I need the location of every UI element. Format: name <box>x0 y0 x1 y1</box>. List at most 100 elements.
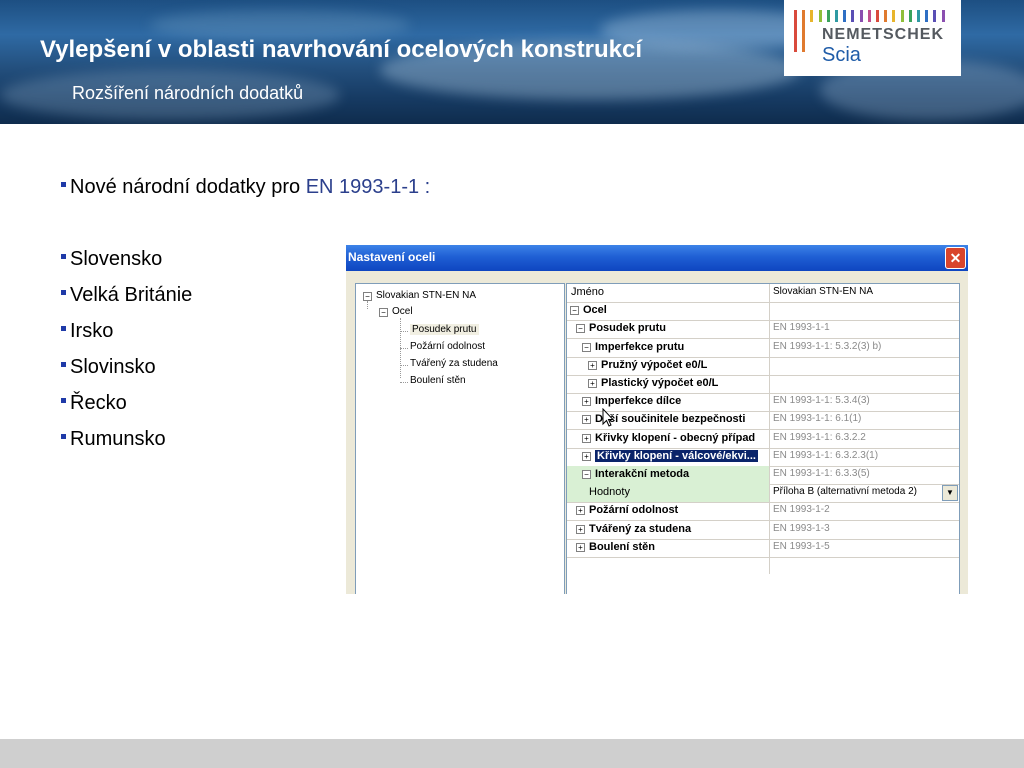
tree-node-ocel[interactable]: Ocel <box>392 306 413 317</box>
bullet-icon <box>61 254 66 260</box>
property-value: EN 1993-1-1: 6.1(1) <box>773 413 862 425</box>
collapse-icon[interactable]: − <box>363 292 372 301</box>
page-title: Vylepšení v oblasti navrhování ocelových… <box>40 36 642 63</box>
tree-connector <box>400 382 408 383</box>
collapse-icon[interactable]: − <box>570 306 579 316</box>
grid-row[interactable]: + Plastický výpočet e0/L <box>567 375 959 394</box>
property-value: EN 1993-1-1: 5.3.2(3) b) <box>773 340 882 352</box>
property-name: Interakční metoda <box>595 468 690 480</box>
logo-bar <box>794 10 797 52</box>
expand-icon[interactable]: + <box>588 360 597 370</box>
country-item: Slovinsko <box>61 356 156 379</box>
grid-row[interactable]: + Dílčí součinitele bezpečnosti EN 1993-1-… <box>567 411 959 431</box>
tree-item[interactable]: Požární odolnost <box>410 341 485 352</box>
property-name: Posudek prutu <box>589 322 667 335</box>
tree-item[interactable]: Tvářený za studena <box>410 358 498 369</box>
grid-row[interactable]: − Imperfekce prutu EN 1993-1-1: 5.3.2(3) b… <box>567 339 959 358</box>
property-name: Tvářený za studena <box>589 522 692 535</box>
grid-row[interactable]: + Tvářený za studena EN 1993-1-3 <box>567 521 959 540</box>
logo-bar <box>884 10 888 22</box>
bullet-icon <box>61 398 66 404</box>
country-label: Slovinsko <box>70 356 156 378</box>
expand-icon[interactable]: + <box>582 451 591 461</box>
logo-bar <box>802 10 806 52</box>
logo-bar <box>925 10 929 22</box>
settings-tree: − Slovakian STN-EN NA − Ocel Posudek pru… <box>355 283 565 594</box>
property-name: Ocel <box>583 304 607 317</box>
grid-row[interactable]: + Křivky klopení - obecný případ EN 1993-1… <box>567 430 959 449</box>
property-value: EN 1993-1-3 <box>773 522 830 534</box>
intro-bullet: Nové národní dodatky pro EN 1993-1-1 : <box>61 176 430 199</box>
country-label: Řecko <box>70 392 127 414</box>
logo-brand: NEMETSCHEK <box>822 26 945 43</box>
grid-row[interactable]: − Posudek prutu EN 1993-1-1 <box>567 320 959 340</box>
logo-bar <box>851 10 855 22</box>
selected-property-name: Křivky klopení - válcové/ekvi... <box>595 449 758 462</box>
country-item: Řecko <box>61 392 127 415</box>
property-name: Imperfekce dílce <box>595 395 682 408</box>
property-value: EN 1993-1-1: 6.3.2.3(1) <box>773 449 879 461</box>
property-name: Křivky klopení - válcové/ekvi... <box>595 449 758 462</box>
property-value: EN 1993-1-2 <box>773 504 830 516</box>
logo-bar <box>810 10 814 22</box>
expand-icon[interactable]: + <box>576 524 585 534</box>
expand-icon[interactable]: + <box>576 542 585 552</box>
logo-bar <box>917 10 920 22</box>
tree-item[interactable]: Posudek prutu <box>410 324 479 335</box>
logo-bar <box>933 10 937 22</box>
tree-connector <box>400 331 408 332</box>
property-value: EN 1993-1-5 <box>773 540 830 552</box>
dialog-titlebar[interactable]: Nastavení oceli ✕ <box>346 245 968 271</box>
bullet-icon <box>61 290 66 296</box>
grid-row[interactable]: + Imperfekce dílce EN 1993-1-1: 5.3.4(3) <box>567 393 959 413</box>
grid-row[interactable]: + Křivky klopení - válcové/ekvi... EN 1993… <box>567 448 959 467</box>
grid-row[interactable]: − Interakční metoda EN 1993-1-1: 6.3.3(5) <box>567 466 959 485</box>
country-item: Velká Británie <box>61 284 192 307</box>
tree-item[interactable]: Boulení stěn <box>410 375 466 386</box>
logo-bar <box>876 10 879 22</box>
property-name: Požární odolnost <box>589 504 679 517</box>
expand-icon[interactable]: + <box>576 506 585 516</box>
grid-row[interactable]: − Ocel <box>567 302 959 322</box>
bullet-icon <box>61 326 66 332</box>
grid-row[interactable]: Jméno Slovakian STN-EN NA <box>567 284 959 303</box>
tree-connector <box>400 348 408 349</box>
logo-product: Scia <box>822 44 861 66</box>
property-value: Slovakian STN-EN NA <box>773 286 874 297</box>
bullet-icon <box>61 182 66 188</box>
bullet-icon <box>61 434 66 440</box>
collapse-icon[interactable]: − <box>576 324 585 334</box>
logo-bar <box>859 10 863 22</box>
dialog-title: Nastavení oceli <box>348 250 436 264</box>
country-label: Velká Británie <box>70 284 193 306</box>
property-value: EN 1993-1-1: 6.3.2.2 <box>773 431 866 443</box>
expand-icon[interactable]: + <box>588 379 597 388</box>
properties-grid: Jméno Slovakian STN-EN NA − Ocel − Posudek pr… <box>566 283 960 594</box>
dropdown-arrow-icon[interactable]: ▼ <box>942 485 958 502</box>
logo-bar <box>908 10 912 22</box>
property-name: Křivky klopení - obecný případ <box>595 431 756 444</box>
intro-standard: EN 1993-1-1 : <box>305 176 431 198</box>
logo-bar <box>826 10 830 22</box>
mouse-cursor-icon <box>602 408 614 427</box>
bullet-icon <box>61 362 66 368</box>
collapse-icon[interactable]: − <box>582 342 591 352</box>
logo-bar <box>892 10 896 22</box>
grid-row[interactable]: + Pružný výpočet e0/L <box>567 357 959 376</box>
expand-icon[interactable]: + <box>582 415 591 425</box>
country-item: Rumunsko <box>61 428 166 451</box>
logo-bar <box>835 10 838 22</box>
country-item: Irsko <box>61 320 113 343</box>
country-label: Irsko <box>70 320 114 342</box>
grid-row[interactable]: Hodnoty Příloha B (alternativní metoda 2)… <box>567 484 959 504</box>
collapse-icon[interactable]: − <box>582 470 591 479</box>
collapse-icon[interactable]: − <box>379 308 388 317</box>
grid-row[interactable]: + Požární odolnost EN 1993-1-2 <box>567 502 959 522</box>
property-value[interactable]: Příloha B (alternativní metoda 2) <box>773 486 917 497</box>
grid-row[interactable]: + Boulení stěn EN 1993-1-5 <box>567 539 959 558</box>
close-icon[interactable]: ✕ <box>945 247 966 269</box>
tree-root[interactable]: Slovakian STN-EN NA <box>376 290 476 301</box>
expand-icon[interactable]: + <box>582 397 591 407</box>
expand-icon[interactable]: + <box>582 433 591 443</box>
page-subtitle: Rozšíření národních dodatků <box>72 83 304 103</box>
